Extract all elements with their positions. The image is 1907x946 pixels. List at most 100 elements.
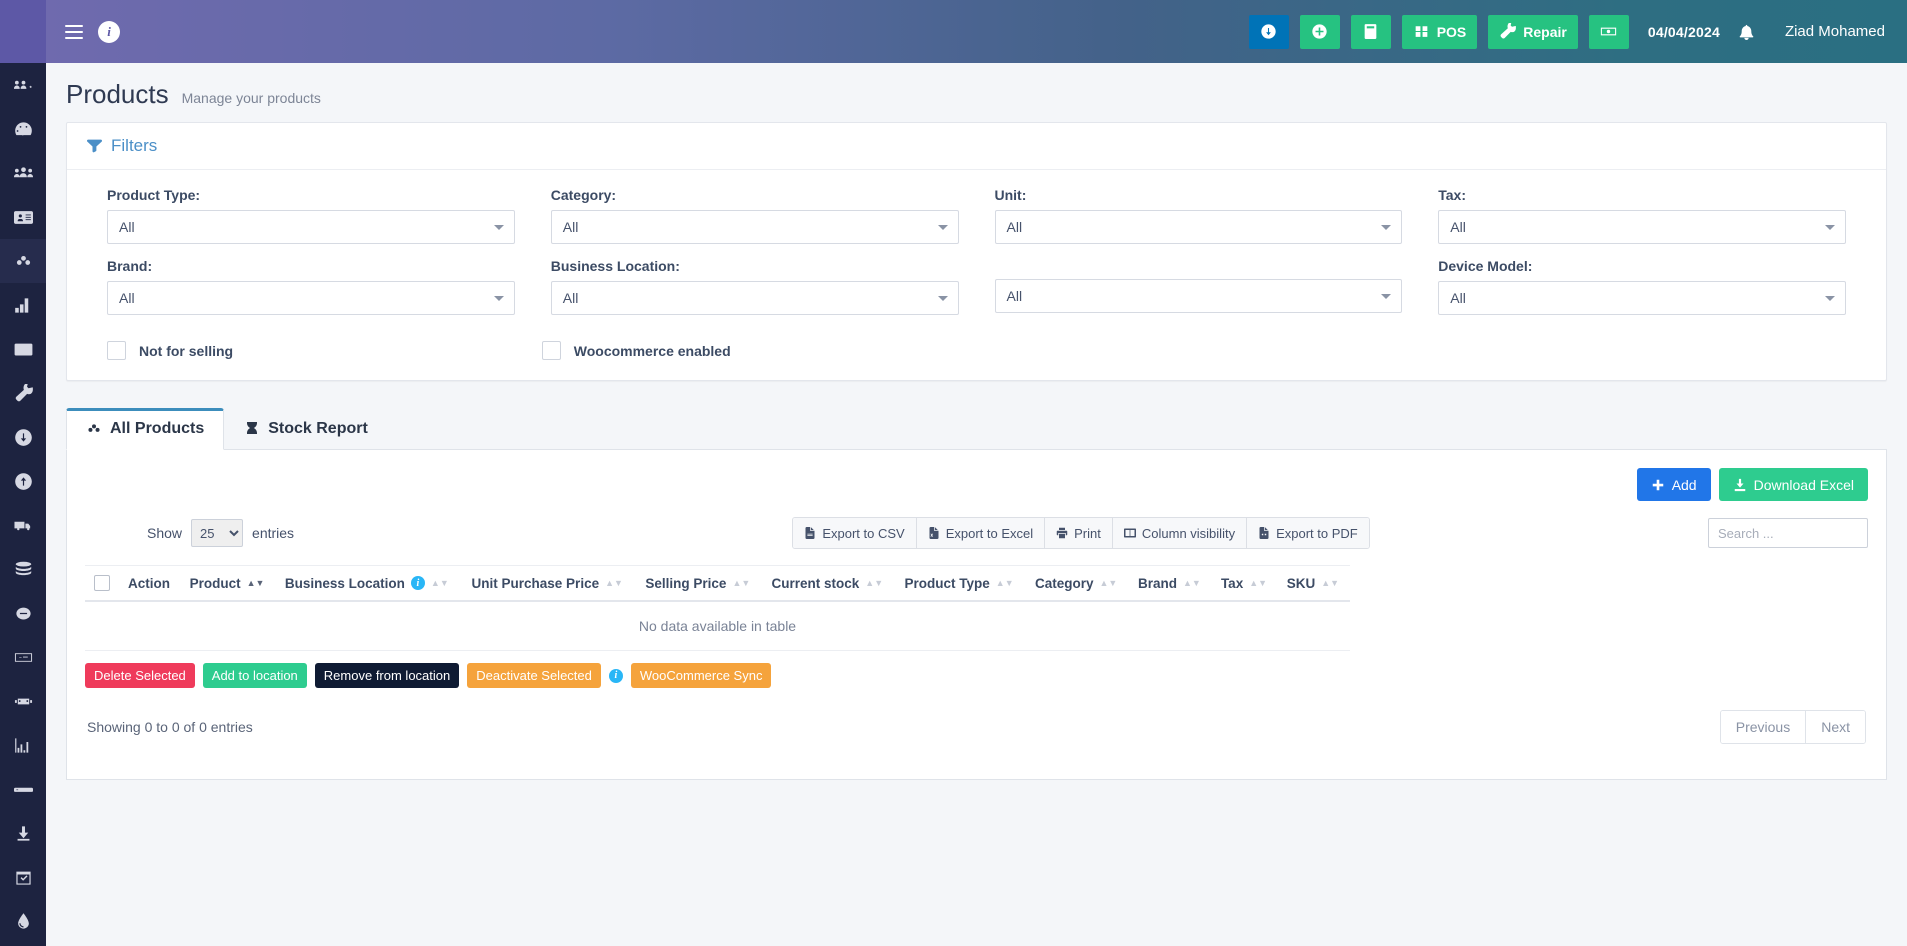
sidebar-item-dashboard[interactable] <box>0 107 46 151</box>
column-category[interactable]: Category ▲▼ <box>1025 565 1129 602</box>
add-button[interactable] <box>1299 14 1340 49</box>
download-button[interactable] <box>1248 14 1289 49</box>
products-panel: Add Download Excel Show 25 50 100 All en… <box>66 450 1887 780</box>
sidebar-item-repair[interactable] <box>0 371 46 415</box>
column-business-location[interactable]: Business Location i ▲▼ <box>275 565 463 602</box>
category-value: All <box>562 219 579 235</box>
column-tax[interactable]: Tax ▲▼ <box>1211 565 1278 602</box>
search-input[interactable] <box>1708 518 1868 548</box>
export-pdf-button[interactable]: Export to PDF <box>1247 518 1369 548</box>
chevron-down-icon <box>937 296 948 301</box>
chevron-down-icon <box>937 225 948 230</box>
arrow-up-circle-icon <box>14 472 33 491</box>
checkbox-icon[interactable] <box>107 341 126 360</box>
sidebar-item-bookings[interactable] <box>0 855 46 899</box>
download-circle-icon <box>1260 23 1277 40</box>
pos-button[interactable]: POS <box>1401 14 1478 49</box>
sidebar-item-products[interactable] <box>0 239 46 283</box>
sidebar-item-downloads[interactable] <box>0 811 46 855</box>
tax-value: All <box>1450 219 1466 235</box>
remove-from-location-button[interactable]: Remove from location <box>314 663 460 688</box>
sidebar-item-payments[interactable] <box>0 635 46 679</box>
sidebar-item-sell[interactable] <box>0 459 46 503</box>
select-all-checkbox[interactable] <box>94 575 110 591</box>
download-excel-button[interactable]: Download Excel <box>1718 468 1868 501</box>
sidebar-item-expenses[interactable] <box>0 591 46 635</box>
woocommerce-enabled-checkbox[interactable]: Woocommerce enabled <box>541 341 977 360</box>
cubes-icon <box>86 421 102 437</box>
sidebar-item-analytics[interactable] <box>0 723 46 767</box>
deactivate-selected-button[interactable]: Deactivate Selected <box>467 663 601 688</box>
woocommerce-sync-button[interactable]: WooCommerce Sync <box>630 663 772 688</box>
column-product[interactable]: Product ▲▼ <box>180 565 276 602</box>
column-business-location-label: Business Location <box>284 575 405 591</box>
sidebar-item-invoices[interactable] <box>0 327 46 371</box>
checkbox-icon[interactable] <box>541 341 561 360</box>
user-name[interactable]: Ziad Mohamed <box>1785 23 1885 40</box>
calculator-button[interactable] <box>1350 14 1391 49</box>
business-location-select[interactable]: All <box>550 281 959 315</box>
export-csv-label: Export to CSV <box>822 525 905 541</box>
sidebar <box>0 0 46 946</box>
add-button[interactable]: Add <box>1636 468 1711 501</box>
repair-button[interactable]: Repair <box>1488 14 1578 49</box>
info-icon[interactable]: i <box>410 576 425 590</box>
page-content: Products Manage your products Filters Pr… <box>46 63 1907 946</box>
bell-icon[interactable] <box>1738 23 1755 40</box>
tab-stock-report[interactable]: Stock Report <box>224 408 388 450</box>
sidebar-item-contacts[interactable] <box>0 195 46 239</box>
page-subtitle: Manage your products <box>181 90 321 106</box>
sidebar-item-purchases[interactable] <box>0 415 46 459</box>
brand-select[interactable]: All <box>107 281 515 315</box>
sidebar-item-reports[interactable] <box>0 283 46 327</box>
hourglass-icon <box>244 421 260 437</box>
category-select[interactable]: All <box>550 210 959 244</box>
column-unit-purchase-price-label: Unit Purchase Price <box>471 575 600 591</box>
print-button[interactable]: Print <box>1045 518 1113 548</box>
device-model-select[interactable]: All <box>1438 281 1846 315</box>
unit-select[interactable]: All <box>994 210 1403 244</box>
add-to-location-button[interactable]: Add to location <box>202 663 307 688</box>
export-excel-button[interactable]: Export to Excel <box>916 518 1046 548</box>
info-icon[interactable]: i <box>98 20 120 43</box>
export-csv-button[interactable]: Export to CSV <box>793 518 917 548</box>
sidebar-item-shipping[interactable] <box>0 503 46 547</box>
sidebar-item-hardware[interactable] <box>0 767 46 811</box>
column-sku[interactable]: SKU ▲▼ <box>1277 565 1350 602</box>
column-selling-price[interactable]: Selling Price ▲▼ <box>636 565 763 602</box>
navbar-left-group: i <box>46 20 120 43</box>
sidebar-item-automation[interactable] <box>0 679 46 723</box>
calculator-icon <box>1362 23 1379 40</box>
unlabeled-select[interactable]: All <box>994 279 1403 313</box>
sidebar-item-customers[interactable] <box>0 151 46 195</box>
filters-card-header[interactable]: Filters <box>67 123 1886 170</box>
business-location-value: All <box>562 290 579 306</box>
chart-column-icon <box>14 736 33 755</box>
file-excel-icon <box>928 527 940 539</box>
cash-register-button[interactable] <box>1588 14 1629 49</box>
column-unit-purchase-price[interactable]: Unit Purchase Price ▲▼ <box>462 565 637 602</box>
not-for-selling-checkbox[interactable]: Not for selling <box>107 341 542 360</box>
select-all-column[interactable] <box>85 565 119 602</box>
page-length-select[interactable]: 25 50 100 All <box>191 519 244 547</box>
info-icon[interactable]: i <box>608 668 623 683</box>
column-visibility-button[interactable]: Column visibility <box>1112 518 1248 548</box>
column-product-type[interactable]: Product Type ▲▼ <box>895 565 1026 602</box>
sidebar-item-settings[interactable] <box>0 899 46 943</box>
delete-selected-button[interactable]: Delete Selected <box>85 663 195 688</box>
previous-page-button[interactable]: Previous <box>1720 711 1807 743</box>
column-current-stock[interactable]: Current stock ▲▼ <box>762 565 896 602</box>
tab-all-products[interactable]: All Products <box>66 408 225 450</box>
sidebar-item-users-cog[interactable] <box>0 63 46 107</box>
column-brand[interactable]: Brand ▲▼ <box>1128 565 1212 602</box>
sidebar-item-stock[interactable] <box>0 547 46 591</box>
entries-label: entries <box>252 525 295 541</box>
product-type-select[interactable]: All <box>107 210 515 244</box>
menu-icon[interactable] <box>65 24 83 39</box>
product-type-value: All <box>119 219 135 235</box>
download-excel-button-label: Download Excel <box>1753 476 1854 493</box>
columns-icon <box>1123 527 1136 539</box>
table-toolbar: Show 25 50 100 All entries Export to CSV… <box>85 511 1868 561</box>
next-page-button[interactable]: Next <box>1806 711 1865 743</box>
tax-select[interactable]: All <box>1438 210 1846 244</box>
